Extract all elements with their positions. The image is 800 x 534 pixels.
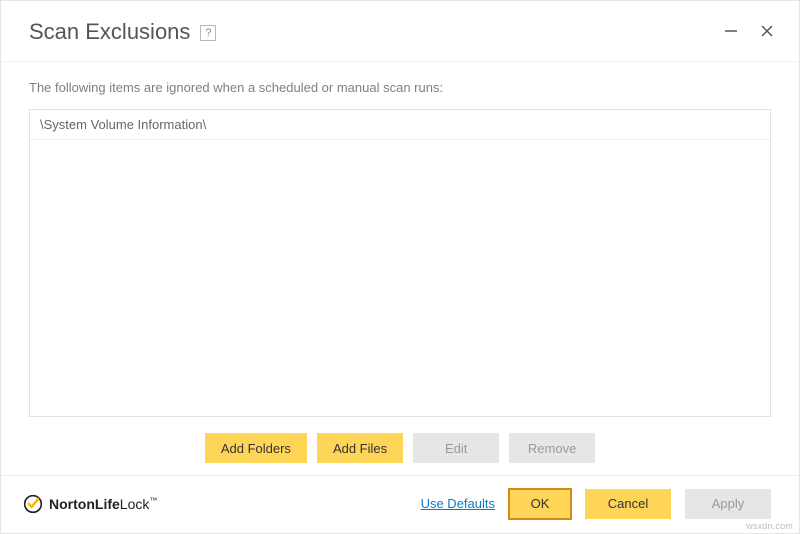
remove-button: Remove: [509, 433, 595, 463]
cancel-button[interactable]: Cancel: [585, 489, 671, 519]
brand-text: NortonLifeLock™: [49, 496, 157, 512]
title-bar: Scan Exclusions ?: [1, 1, 799, 57]
window-title: Scan Exclusions: [29, 19, 190, 45]
scan-exclusions-window: Scan Exclusions ? The following items ar…: [0, 0, 800, 534]
trademark-icon: ™: [149, 496, 157, 505]
content-area: The following items are ignored when a s…: [1, 61, 799, 475]
help-icon[interactable]: ?: [200, 25, 216, 41]
footer-bar: NortonLifeLock™ Use Defaults OK Cancel A…: [1, 475, 799, 533]
brand-life: Life: [95, 496, 120, 512]
brand-norton: Norton: [49, 496, 95, 512]
window-controls: [721, 19, 789, 41]
footer-actions: Use Defaults OK Cancel Apply: [421, 489, 771, 519]
close-button[interactable]: [757, 21, 777, 41]
use-defaults-link[interactable]: Use Defaults: [421, 496, 495, 511]
list-action-buttons: Add Folders Add Files Edit Remove: [29, 417, 771, 475]
add-files-button[interactable]: Add Files: [317, 433, 403, 463]
apply-button: Apply: [685, 489, 771, 519]
brand-logo-block: NortonLifeLock™: [23, 494, 157, 514]
add-folders-button[interactable]: Add Folders: [205, 433, 307, 463]
description-text: The following items are ignored when a s…: [29, 80, 771, 95]
exclusions-list[interactable]: \System Volume Information\: [29, 109, 771, 417]
ok-button[interactable]: OK: [509, 489, 571, 519]
brand-lock: Lock: [120, 496, 150, 512]
minimize-button[interactable]: [721, 21, 741, 41]
norton-check-icon: [23, 494, 43, 514]
list-item[interactable]: \System Volume Information\: [30, 110, 770, 140]
edit-button: Edit: [413, 433, 499, 463]
